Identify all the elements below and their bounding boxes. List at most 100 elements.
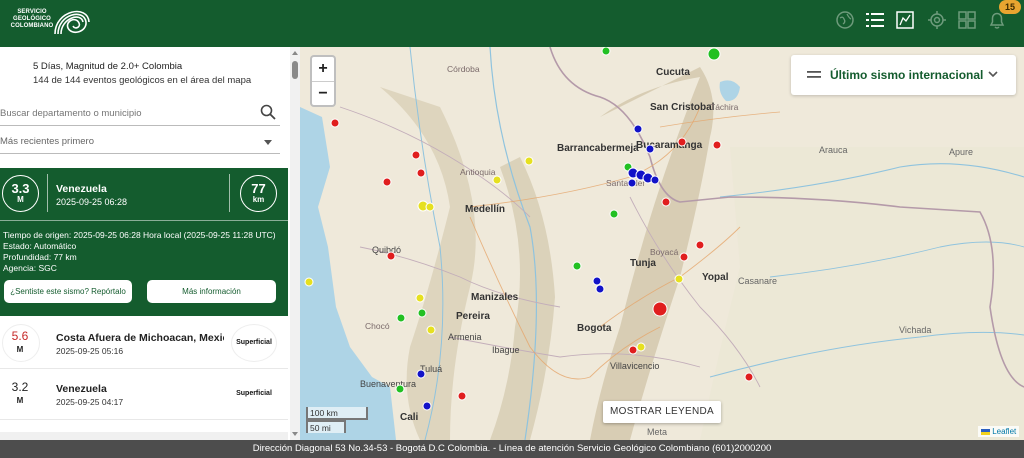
quake-marker[interactable] [395, 384, 405, 394]
earthquake-markers [304, 47, 754, 411]
map-scale: 100 km 50 mi [306, 407, 368, 433]
international-quake-panel[interactable]: Último sismo internacional [791, 55, 1016, 95]
row-magnitude-value: 5.6 [11, 329, 29, 343]
logo-line-3: COLOMBIANO [10, 23, 54, 29]
depth-unit: km [252, 195, 265, 204]
row-depth-badge: Superficial [232, 376, 276, 412]
depth-divider [229, 174, 230, 212]
quake-marker[interactable] [609, 209, 619, 219]
events-sidebar: 5 Días, Magnitud de 2.0+ Colombia 144 de… [0, 47, 290, 440]
logo-line-2: GEOLÓGICO [13, 16, 51, 22]
event-row[interactable]: 5.6 M Costa Afuera de Michoacan, Mexico … [0, 319, 288, 369]
row-magnitude-unit: M [16, 396, 24, 405]
event-time: 2025-09-25 06:28 [56, 197, 128, 207]
scroll-up-icon[interactable] [292, 51, 298, 55]
quake-marker[interactable] [650, 175, 660, 185]
quake-marker[interactable] [426, 325, 436, 335]
top-bar: SERVICIO GEOLÓGICO COLOMBIANO 15 [0, 0, 1024, 47]
origin-time: Tiempo de origen: 2025-09-25 06:28 Hora … [3, 230, 276, 240]
scale-km: 100 km [306, 407, 368, 420]
list-icon[interactable] [864, 9, 886, 31]
quake-marker[interactable] [645, 144, 655, 154]
quake-marker[interactable] [627, 178, 637, 188]
row-time: 2025-09-25 05:16 [56, 346, 124, 356]
search-icon[interactable] [260, 104, 276, 120]
quake-marker[interactable] [674, 274, 684, 284]
scroll-thumb[interactable] [292, 61, 298, 79]
sort-select[interactable]: Más recientes primero [0, 130, 280, 154]
event-place: Venezuela [56, 183, 107, 195]
show-legend-button[interactable]: MOSTRAR LEYENDA [603, 401, 721, 423]
scroll-down-icon[interactable] [292, 432, 298, 436]
site-footer: Dirección Diagonal 53 No.34-53 - Bogotá … [0, 440, 1024, 458]
quake-marker[interactable] [628, 345, 638, 355]
intl-panel-label: Último sismo internacional [830, 68, 984, 82]
quake-marker[interactable] [592, 276, 602, 286]
settings-icon[interactable] [926, 9, 948, 31]
row-depth-badge: Superficial [232, 325, 276, 361]
row-magnitude: 5.6 M [10, 330, 30, 356]
sidebar-scrollbar[interactable] [290, 47, 300, 440]
event-agency: Agencia: SGC [3, 263, 57, 273]
quake-marker[interactable] [601, 47, 611, 56]
notification-badge: 15 [999, 0, 1021, 14]
quake-marker[interactable] [661, 197, 671, 207]
quake-marker[interactable] [422, 401, 432, 411]
quake-marker[interactable] [744, 372, 754, 382]
quake-marker[interactable] [636, 342, 646, 352]
quake-marker[interactable] [595, 284, 605, 294]
search-input[interactable] [0, 102, 280, 126]
quake-marker[interactable] [386, 251, 396, 261]
more-info-button[interactable]: Más información [147, 280, 276, 303]
quake-marker[interactable] [417, 308, 427, 318]
globe-icon[interactable] [834, 9, 856, 31]
quake-marker[interactable] [712, 140, 722, 150]
zoom-out-button[interactable]: − [312, 82, 334, 106]
quake-marker[interactable] [382, 177, 392, 187]
quake-marker[interactable] [652, 301, 668, 317]
row-place: Costa Afuera de Michoacan, Mexico [56, 332, 224, 344]
quake-marker[interactable] [304, 277, 314, 287]
magnitude-unit: M [17, 195, 24, 204]
quake-marker[interactable] [457, 391, 467, 401]
row-time: 2025-09-25 04:17 [56, 397, 124, 407]
quake-marker[interactable] [411, 150, 421, 160]
zoom-control: + − [310, 55, 336, 107]
attribution-link[interactable]: Leaflet [992, 427, 1016, 436]
quake-marker[interactable] [492, 175, 502, 185]
chevron-down-icon[interactable] [987, 68, 999, 80]
quake-marker[interactable] [572, 261, 582, 271]
quake-marker[interactable] [415, 293, 425, 303]
quake-marker[interactable] [396, 313, 406, 323]
seismic-map[interactable]: Córdoba Cucuta San Cristobal Táchira Bar… [300, 47, 1024, 440]
row-magnitude-value: 3.2 [11, 380, 29, 394]
quake-marker[interactable] [425, 202, 435, 212]
quake-marker[interactable] [524, 156, 534, 166]
list-item-partial [0, 432, 288, 440]
quake-marker[interactable] [677, 137, 687, 147]
leaflet-attribution[interactable]: Leaflet [978, 426, 1020, 437]
map-icon[interactable] [894, 9, 916, 31]
card-separator [0, 220, 288, 221]
event-status: Estado: Automático [3, 241, 77, 251]
summary-title: 5 Días, Magnitud de 2.0+ Colombia [33, 61, 183, 72]
event-row[interactable]: 3.2 M Venezuela 2025-09-25 04:17 Superfi… [0, 370, 288, 420]
hamburger-icon [807, 71, 821, 78]
quake-marker[interactable] [416, 168, 426, 178]
depth-value: 77 [251, 181, 266, 196]
grid-icon[interactable] [956, 9, 978, 31]
quake-marker[interactable] [695, 240, 705, 250]
sgc-logo[interactable]: SERVICIO GEOLÓGICO COLOMBIANO [6, 4, 91, 42]
quake-marker[interactable] [707, 47, 721, 61]
sort-label: Más recientes primero [0, 136, 94, 147]
quake-marker[interactable] [633, 124, 643, 134]
zoom-in-button[interactable]: + [312, 57, 334, 81]
quake-marker[interactable] [330, 118, 340, 128]
quake-marker[interactable] [416, 369, 426, 379]
selected-event-card[interactable]: 3.3 M Venezuela 2025-09-25 06:28 77 km T… [0, 168, 288, 316]
report-felt-button[interactable]: ¿Sentiste este sismo? Repórtalo [4, 280, 132, 303]
logo-line-1: SERVICIO [17, 9, 47, 15]
quake-marker[interactable] [679, 252, 689, 262]
logo-text: SERVICIO GEOLÓGICO COLOMBIANO [6, 9, 58, 30]
flag-icon [981, 428, 990, 435]
